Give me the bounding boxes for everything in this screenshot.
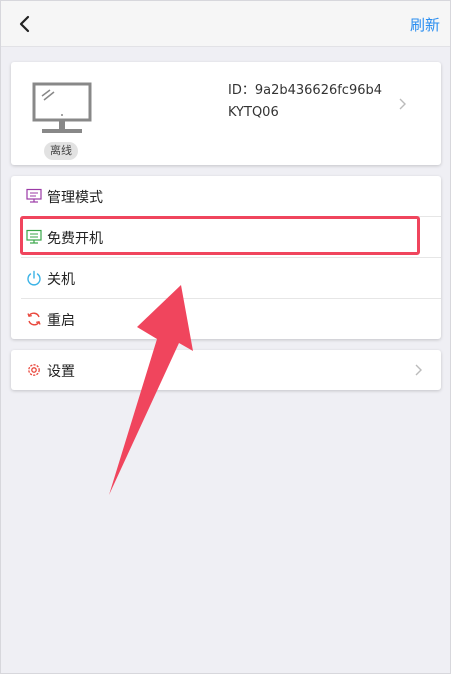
- status-badge: 离线: [44, 142, 78, 160]
- menu-item-settings[interactable]: 设置: [11, 350, 441, 390]
- menu-item-manage-mode[interactable]: 管理模式: [11, 176, 441, 216]
- monitor-power-icon: [26, 229, 42, 244]
- device-id: ID：9a2b436626fc96b4: [228, 83, 383, 98]
- power-icon: [27, 270, 41, 286]
- device-name: KYTQ06: [228, 105, 279, 120]
- settings-row[interactable]: 设置: [11, 350, 441, 390]
- refresh-button[interactable]: 刷新: [410, 14, 440, 35]
- menu-item-restart[interactable]: 重启: [11, 299, 441, 339]
- back-button[interactable]: [13, 11, 39, 37]
- actions-menu: 管理模式 免费开机 关机 重启: [11, 176, 441, 339]
- monitor-icon: [32, 82, 92, 133]
- menu-item-label: 重启: [47, 313, 75, 329]
- gear-icon: [28, 364, 40, 376]
- settings-label: 设置: [47, 364, 75, 380]
- chevron-left-icon: [19, 15, 30, 33]
- chevron-right-icon: [415, 364, 422, 376]
- monitor-settings-icon: [26, 188, 42, 203]
- menu-item-label: 免费开机: [47, 231, 103, 247]
- menu-item-label: 管理模式: [47, 190, 103, 206]
- menu-item-label: 关机: [47, 272, 75, 288]
- device-card[interactable]: 离线 ID：9a2b436626fc96b4 KYTQ06: [11, 62, 441, 165]
- menu-item-free-boot[interactable]: 免费开机: [11, 217, 441, 257]
- top-bar: 刷新: [1, 1, 450, 47]
- chevron-right-icon: [399, 98, 406, 110]
- restart-icon: [27, 312, 41, 326]
- menu-item-shutdown[interactable]: 关机: [11, 258, 441, 298]
